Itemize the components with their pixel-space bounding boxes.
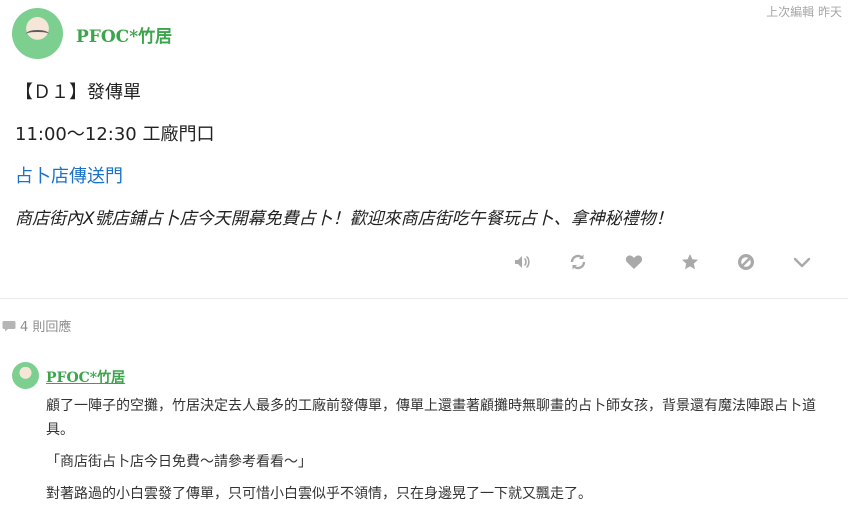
refresh-button[interactable] bbox=[550, 251, 606, 273]
author-name[interactable]: PFOC*竹居 bbox=[76, 22, 172, 47]
refresh-icon bbox=[570, 254, 586, 270]
reply-author-name[interactable]: PFOC*竹居 bbox=[46, 367, 125, 387]
reply-paragraph: 顧了一陣子的空攤，竹居決定去人最多的工廠前發傳單，傳單上還畫著顧攤時無聊畫的占卜… bbox=[46, 398, 816, 438]
author-avatar[interactable] bbox=[12, 8, 63, 59]
reply-content: 顧了一陣子的空攤，竹居決定去人最多的工廠前發傳單，傳單上還畫著顧攤時無聊畫的占卜… bbox=[46, 394, 826, 514]
edited-timestamp: 上次編輯 昨天 bbox=[766, 5, 842, 19]
reply-author-avatar[interactable] bbox=[12, 362, 39, 389]
heart-icon bbox=[625, 255, 643, 269]
star-icon bbox=[682, 254, 698, 270]
more-button[interactable] bbox=[774, 251, 830, 273]
favorite-button[interactable] bbox=[662, 251, 718, 273]
reply-paragraph: 「商店街占卜店今日免費～請參考看看～」 bbox=[46, 454, 312, 470]
chevron-down-icon bbox=[793, 257, 811, 268]
speaker-button[interactable] bbox=[494, 251, 550, 273]
reply-count[interactable]: 4 則回應 bbox=[2, 316, 71, 335]
post-line-description: 商店街內X號店鋪占卜店今天開幕免費占卜！歡迎來商店街吃午餐玩占卜、拿神秘禮物！ bbox=[15, 209, 673, 229]
post-line-time: 11:00～12:30 工廠門口 bbox=[15, 124, 215, 145]
post-line-title: 【Ｄ１】發傳單 bbox=[15, 82, 141, 103]
post-actions-bar bbox=[494, 251, 830, 273]
block-icon bbox=[738, 254, 754, 270]
comment-icon bbox=[2, 320, 16, 331]
reply-count-label: 4 則回應 bbox=[20, 320, 72, 335]
block-button[interactable] bbox=[718, 251, 774, 273]
divider bbox=[0, 298, 848, 299]
like-button[interactable] bbox=[606, 251, 662, 273]
speaker-icon bbox=[515, 256, 530, 268]
shop-portal-link[interactable]: 占卜店傳送門 bbox=[15, 162, 123, 188]
reply-paragraph: 對著路過的小白雲發了傳單，只可惜小白雲似乎不領情，只在身邊晃了一下就又飄走了。 bbox=[46, 486, 592, 502]
